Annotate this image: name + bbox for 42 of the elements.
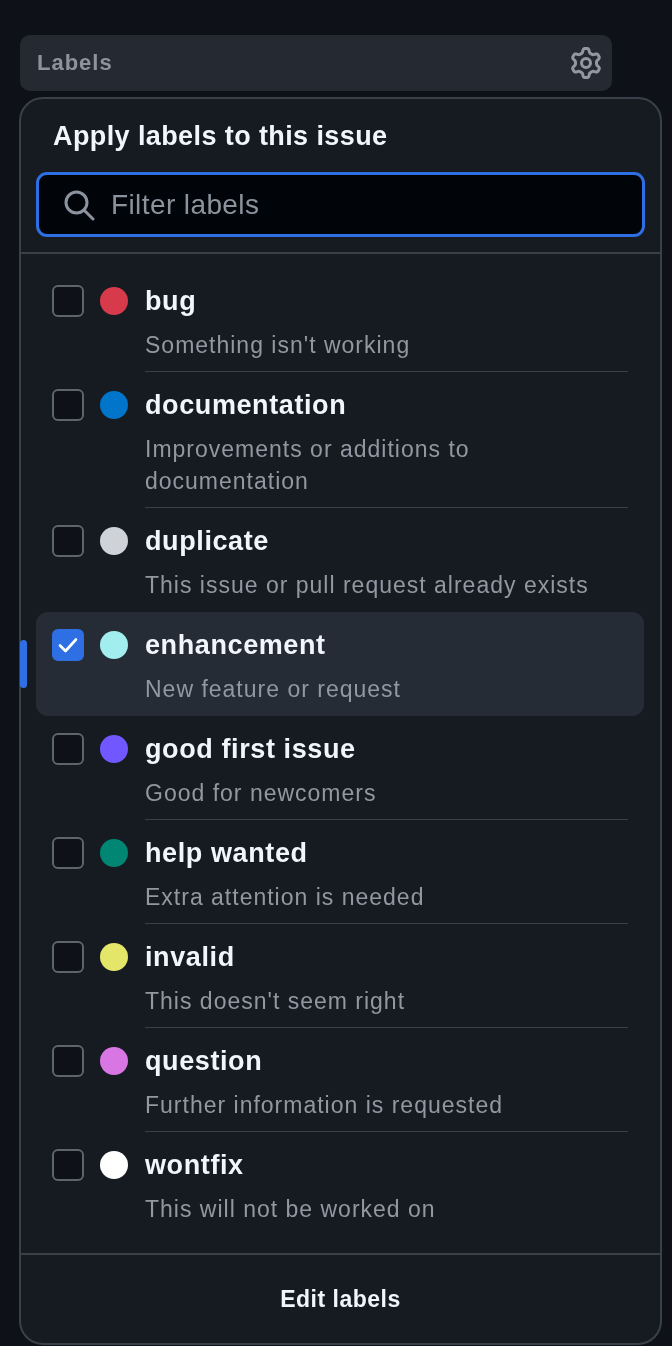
label-description: This doesn't seem right — [145, 987, 406, 1016]
label-description: Extra attention is needed — [145, 883, 425, 912]
checkbox[interactable] — [52, 1149, 84, 1181]
label-name: bug — [145, 285, 197, 317]
label-name: question — [145, 1045, 263, 1077]
labels-header-button[interactable]: Labels — [20, 35, 612, 91]
label-option[interactable]: help wanted Extra attention is needed — [36, 820, 644, 924]
label-option[interactable]: invalid This doesn't seem right — [36, 924, 644, 1028]
label-description: New feature or request — [145, 675, 401, 704]
checkbox[interactable] — [52, 837, 84, 869]
checkbox[interactable] — [52, 941, 84, 973]
label-option[interactable]: bug Something isn't working — [36, 268, 644, 372]
label-description: This will not be worked on — [145, 1195, 436, 1224]
checkbox[interactable] — [52, 285, 84, 317]
label-description: Improvements or additions to documentation — [145, 435, 471, 496]
label-description: Further information is requested — [145, 1091, 503, 1120]
label-description: Something isn't working — [145, 331, 411, 360]
label-name: duplicate — [145, 525, 269, 557]
label-name: wontfix — [145, 1149, 244, 1181]
label-name: good first issue — [145, 733, 356, 765]
checkbox[interactable] — [52, 629, 84, 661]
check-icon — [58, 637, 78, 653]
checkbox[interactable] — [52, 733, 84, 765]
checkbox[interactable] — [52, 389, 84, 421]
label-option[interactable]: documentation Improvements or additions to documentation — [36, 372, 644, 508]
popover-title: Apply labels to this issue — [52, 120, 389, 152]
label-name: documentation — [145, 389, 347, 421]
label-option[interactable]: question Further information is requested — [36, 1028, 644, 1132]
label-description: Good for newcomers — [145, 779, 377, 808]
label-description: This issue or pull request already exists — [145, 571, 589, 600]
checkbox[interactable] — [52, 525, 84, 557]
filter-field[interactable]: Filter labels — [36, 172, 645, 237]
label-option[interactable]: wontfix This will not be worked on — [36, 1132, 644, 1236]
checkbox[interactable] — [52, 1045, 84, 1077]
edit-labels-button[interactable]: Edit labels — [270, 1279, 411, 1319]
label-option[interactable]: good first issue Good for newcomers — [36, 716, 644, 820]
label-option[interactable]: duplicate This issue or pull request already exists — [36, 508, 644, 612]
label-name: enhancement — [145, 629, 326, 661]
label-name: help wanted — [145, 837, 308, 869]
search-icon — [63, 189, 95, 221]
gear-icon — [570, 47, 602, 79]
label-name: invalid — [145, 941, 235, 973]
